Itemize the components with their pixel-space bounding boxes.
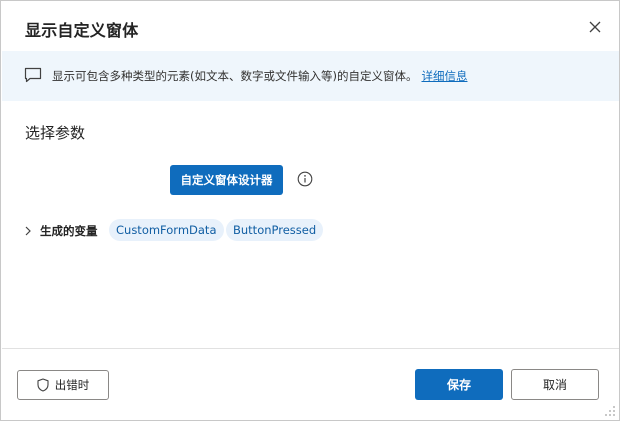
info-banner-message: 显示可包含多种类型的元素(如文本、数字或文件输入等)的自定义窗体。 xyxy=(52,69,418,83)
generated-variables-label[interactable]: 生成的变量 xyxy=(40,223,98,239)
resize-grip-icon[interactable] xyxy=(604,405,616,417)
variable-chip-buttonpressed[interactable]: ButtonPressed xyxy=(226,219,324,241)
section-title-select-parameters: 选择参数 xyxy=(25,124,86,142)
display-custom-form-dialog: 显示自定义窗体 显示可包含多种类型的元素(如文本、数字或文件输入等)的自定义窗体… xyxy=(0,0,620,421)
on-error-button[interactable]: 出错时 xyxy=(17,370,109,400)
custom-form-designer-button[interactable]: 自定义窗体设计器 xyxy=(170,165,283,195)
learn-more-link[interactable]: 详细信息 xyxy=(421,69,467,83)
info-icon[interactable] xyxy=(297,171,313,187)
chevron-right-icon[interactable] xyxy=(23,225,33,237)
dialog-title: 显示自定义窗体 xyxy=(25,21,139,40)
info-banner: 显示可包含多种类型的元素(如文本、数字或文件输入等)的自定义窗体。 详细信息 xyxy=(2,51,619,101)
close-button[interactable] xyxy=(583,15,607,39)
message-icon xyxy=(24,67,42,83)
close-icon xyxy=(589,21,601,33)
info-banner-text: 显示可包含多种类型的元素(如文本、数字或文件输入等)的自定义窗体。 详细信息 xyxy=(52,68,467,84)
footer-divider xyxy=(2,348,619,349)
on-error-label: 出错时 xyxy=(54,378,90,392)
cancel-button[interactable]: 取消 xyxy=(511,369,599,400)
shield-icon xyxy=(37,378,49,392)
save-button[interactable]: 保存 xyxy=(415,369,503,400)
variable-chip-customformdata[interactable]: CustomFormData xyxy=(109,219,224,241)
